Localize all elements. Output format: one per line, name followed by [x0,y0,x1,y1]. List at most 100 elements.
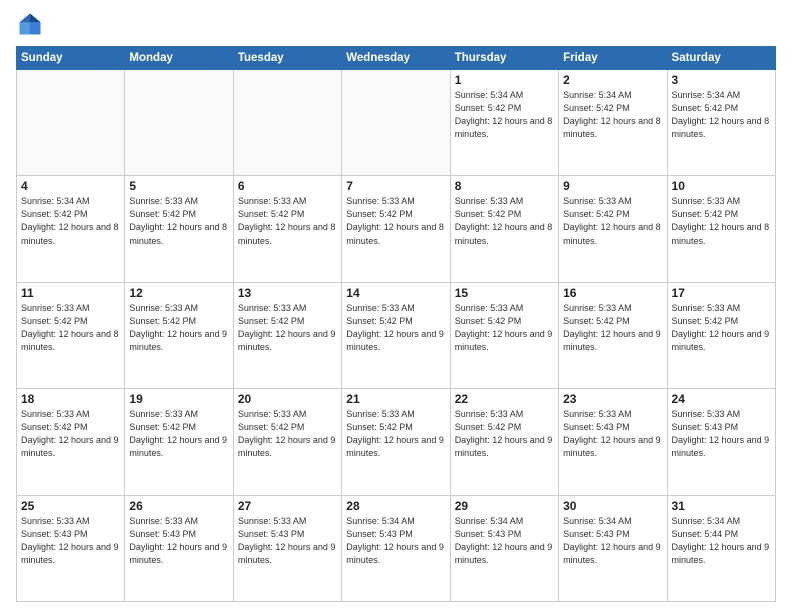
calendar-day-cell: 3 Sunrise: 5:34 AM Sunset: 5:42 PM Daylig… [667,70,775,176]
day-info: Sunrise: 5:34 AM Sunset: 5:42 PM Dayligh… [672,89,771,141]
calendar-day-cell: 15 Sunrise: 5:33 AM Sunset: 5:42 PM Dayli… [450,282,558,388]
calendar-day-cell: 21 Sunrise: 5:33 AM Sunset: 5:42 PM Dayli… [342,389,450,495]
day-info: Sunrise: 5:34 AM Sunset: 5:42 PM Dayligh… [563,89,662,141]
day-info: Sunrise: 5:33 AM Sunset: 5:42 PM Dayligh… [238,195,337,247]
day-number: 29 [455,499,554,513]
calendar-day-cell: 22Sunrise: 5:33 AM Sunset: 5:42 PM Dayli… [450,389,558,495]
calendar-day-cell: 18 Sunrise: 5:33 AM Sunset: 5:42 PM Dayli… [17,389,125,495]
calendar-day-cell: 6 Sunrise: 5:33 AM Sunset: 5:42 PM Daylig… [233,176,341,282]
calendar-day-cell [125,70,233,176]
calendar-day-cell: 20 Sunrise: 5:33 AM Sunset: 5:42 PM Dayli… [233,389,341,495]
calendar-day-cell: 11 Sunrise: 5:33 AM Sunset: 5:42 PM Dayli… [17,282,125,388]
day-number: 9 [563,179,662,193]
calendar-day-cell: 30Sunrise: 5:34 AM Sunset: 5:43 PM Dayli… [559,495,667,601]
day-info: Sunrise: 5:33 AM Sunset: 5:42 PM Dayligh… [455,302,554,354]
page: Sunday Monday Tuesday Wednesday Thursday… [0,0,792,612]
day-info: Sunrise: 5:33 AM Sunset: 5:42 PM Dayligh… [455,195,554,247]
day-info: Sunrise: 5:33 AM Sunset: 5:42 PM Dayligh… [455,408,554,460]
calendar-week-row: 11 Sunrise: 5:33 AM Sunset: 5:42 PM Dayli… [17,282,776,388]
day-info: Sunrise: 5:33 AM Sunset: 5:43 PM Dayligh… [238,515,337,567]
calendar-day-cell: 26 Sunrise: 5:33 AM Sunset: 5:43 PM Dayli… [125,495,233,601]
calendar-week-row: 4 Sunrise: 5:34 AM Sunset: 5:42 PM Daylig… [17,176,776,282]
logo-icon [16,10,44,38]
calendar-day-cell: 19Sunrise: 5:33 AM Sunset: 5:42 PM Dayli… [125,389,233,495]
day-number: 28 [346,499,445,513]
day-number: 2 [563,73,662,87]
col-thursday: Thursday [450,47,558,70]
col-saturday: Saturday [667,47,775,70]
calendar-day-cell: 13 Sunrise: 5:33 AM Sunset: 5:42 PM Dayli… [233,282,341,388]
col-monday: Monday [125,47,233,70]
calendar-day-cell: 17 Sunrise: 5:33 AM Sunset: 5:42 PM Dayli… [667,282,775,388]
calendar-day-cell: 23 Sunrise: 5:33 AM Sunset: 5:43 PM Dayli… [559,389,667,495]
day-number: 4 [21,179,120,193]
day-number: 15 [455,286,554,300]
day-info: Sunrise: 5:33 AM Sunset: 5:42 PM Dayligh… [346,302,445,354]
calendar-day-cell: 28 Sunrise: 5:34 AM Sunset: 5:43 PM Dayli… [342,495,450,601]
day-number: 3 [672,73,771,87]
calendar-day-cell [342,70,450,176]
day-info: Sunrise: 5:33 AM Sunset: 5:42 PM Dayligh… [346,195,445,247]
day-number: 24 [672,392,771,406]
day-info: Sunrise: 5:33 AM Sunset: 5:43 PM Dayligh… [129,515,228,567]
day-number: 12 [129,286,228,300]
calendar-day-cell: 25Sunrise: 5:33 AM Sunset: 5:43 PM Dayli… [17,495,125,601]
day-number: 26 [129,499,228,513]
calendar-week-row: 18 Sunrise: 5:33 AM Sunset: 5:42 PM Dayli… [17,389,776,495]
calendar-day-cell: 5 Sunrise: 5:33 AM Sunset: 5:42 PM Daylig… [125,176,233,282]
day-number: 5 [129,179,228,193]
day-info: Sunrise: 5:34 AM Sunset: 5:44 PM Dayligh… [672,515,771,567]
calendar-day-cell: 27 Sunrise: 5:33 AM Sunset: 5:43 PM Dayli… [233,495,341,601]
day-number: 17 [672,286,771,300]
day-info: Sunrise: 5:33 AM Sunset: 5:42 PM Dayligh… [21,302,120,354]
day-info: Sunrise: 5:34 AM Sunset: 5:42 PM Dayligh… [21,195,120,247]
logo [16,10,48,38]
calendar-table: Sunday Monday Tuesday Wednesday Thursday… [16,46,776,602]
day-number: 8 [455,179,554,193]
calendar-day-cell: 4 Sunrise: 5:34 AM Sunset: 5:42 PM Daylig… [17,176,125,282]
day-info: Sunrise: 5:34 AM Sunset: 5:43 PM Dayligh… [346,515,445,567]
day-info: Sunrise: 5:33 AM Sunset: 5:43 PM Dayligh… [672,408,771,460]
day-number: 11 [21,286,120,300]
day-info: Sunrise: 5:33 AM Sunset: 5:42 PM Dayligh… [672,195,771,247]
calendar-day-cell [17,70,125,176]
calendar-day-cell: 16Sunrise: 5:33 AM Sunset: 5:42 PM Dayli… [559,282,667,388]
day-info: Sunrise: 5:33 AM Sunset: 5:42 PM Dayligh… [129,302,228,354]
calendar-day-cell: 8 Sunrise: 5:33 AM Sunset: 5:42 PM Daylig… [450,176,558,282]
day-info: Sunrise: 5:34 AM Sunset: 5:42 PM Dayligh… [455,89,554,141]
calendar-day-cell: 2 Sunrise: 5:34 AM Sunset: 5:42 PM Daylig… [559,70,667,176]
day-number: 23 [563,392,662,406]
calendar-week-row: 25 Sunrise: 5:33 AM Sunset: 5:43 PM Dayli… [17,495,776,601]
calendar-day-cell: 7 Sunrise: 5:33 AM Sunset: 5:42 PM Daylig… [342,176,450,282]
day-info: Sunrise: 5:33 AM Sunset: 5:42 PM Dayligh… [563,302,662,354]
calendar-day-cell: 31Sunrise: 5:34 AM Sunset: 5:44 PM Dayli… [667,495,775,601]
day-info: Sunrise: 5:33 AM Sunset: 5:42 PM Dayligh… [238,302,337,354]
day-number: 21 [346,392,445,406]
day-info: Sunrise: 5:33 AM Sunset: 5:42 PM Dayligh… [129,408,228,460]
calendar-day-cell: 14 Sunrise: 5:33 AM Sunset: 5:42 PM Dayli… [342,282,450,388]
calendar-week-row: 1Sunrise: 5:34 AM Sunset: 5:42 PM Daylig… [17,70,776,176]
day-info: Sunrise: 5:33 AM Sunset: 5:42 PM Dayligh… [346,408,445,460]
calendar-day-cell: 9Sunrise: 5:33 AM Sunset: 5:42 PM Daylig… [559,176,667,282]
day-number: 20 [238,392,337,406]
day-info: Sunrise: 5:33 AM Sunset: 5:43 PM Dayligh… [563,408,662,460]
day-number: 25 [21,499,120,513]
calendar-day-cell: 1Sunrise: 5:34 AM Sunset: 5:42 PM Daylig… [450,70,558,176]
day-info: Sunrise: 5:33 AM Sunset: 5:42 PM Dayligh… [238,408,337,460]
col-sunday: Sunday [17,47,125,70]
day-info: Sunrise: 5:34 AM Sunset: 5:43 PM Dayligh… [563,515,662,567]
col-friday: Friday [559,47,667,70]
day-number: 18 [21,392,120,406]
day-number: 13 [238,286,337,300]
day-info: Sunrise: 5:33 AM Sunset: 5:42 PM Dayligh… [21,408,120,460]
day-number: 14 [346,286,445,300]
day-info: Sunrise: 5:33 AM Sunset: 5:42 PM Dayligh… [129,195,228,247]
col-tuesday: Tuesday [233,47,341,70]
day-number: 10 [672,179,771,193]
day-number: 27 [238,499,337,513]
day-info: Sunrise: 5:34 AM Sunset: 5:43 PM Dayligh… [455,515,554,567]
day-number: 6 [238,179,337,193]
calendar-day-cell: 24 Sunrise: 5:33 AM Sunset: 5:43 PM Dayli… [667,389,775,495]
day-info: Sunrise: 5:33 AM Sunset: 5:42 PM Dayligh… [672,302,771,354]
day-number: 7 [346,179,445,193]
